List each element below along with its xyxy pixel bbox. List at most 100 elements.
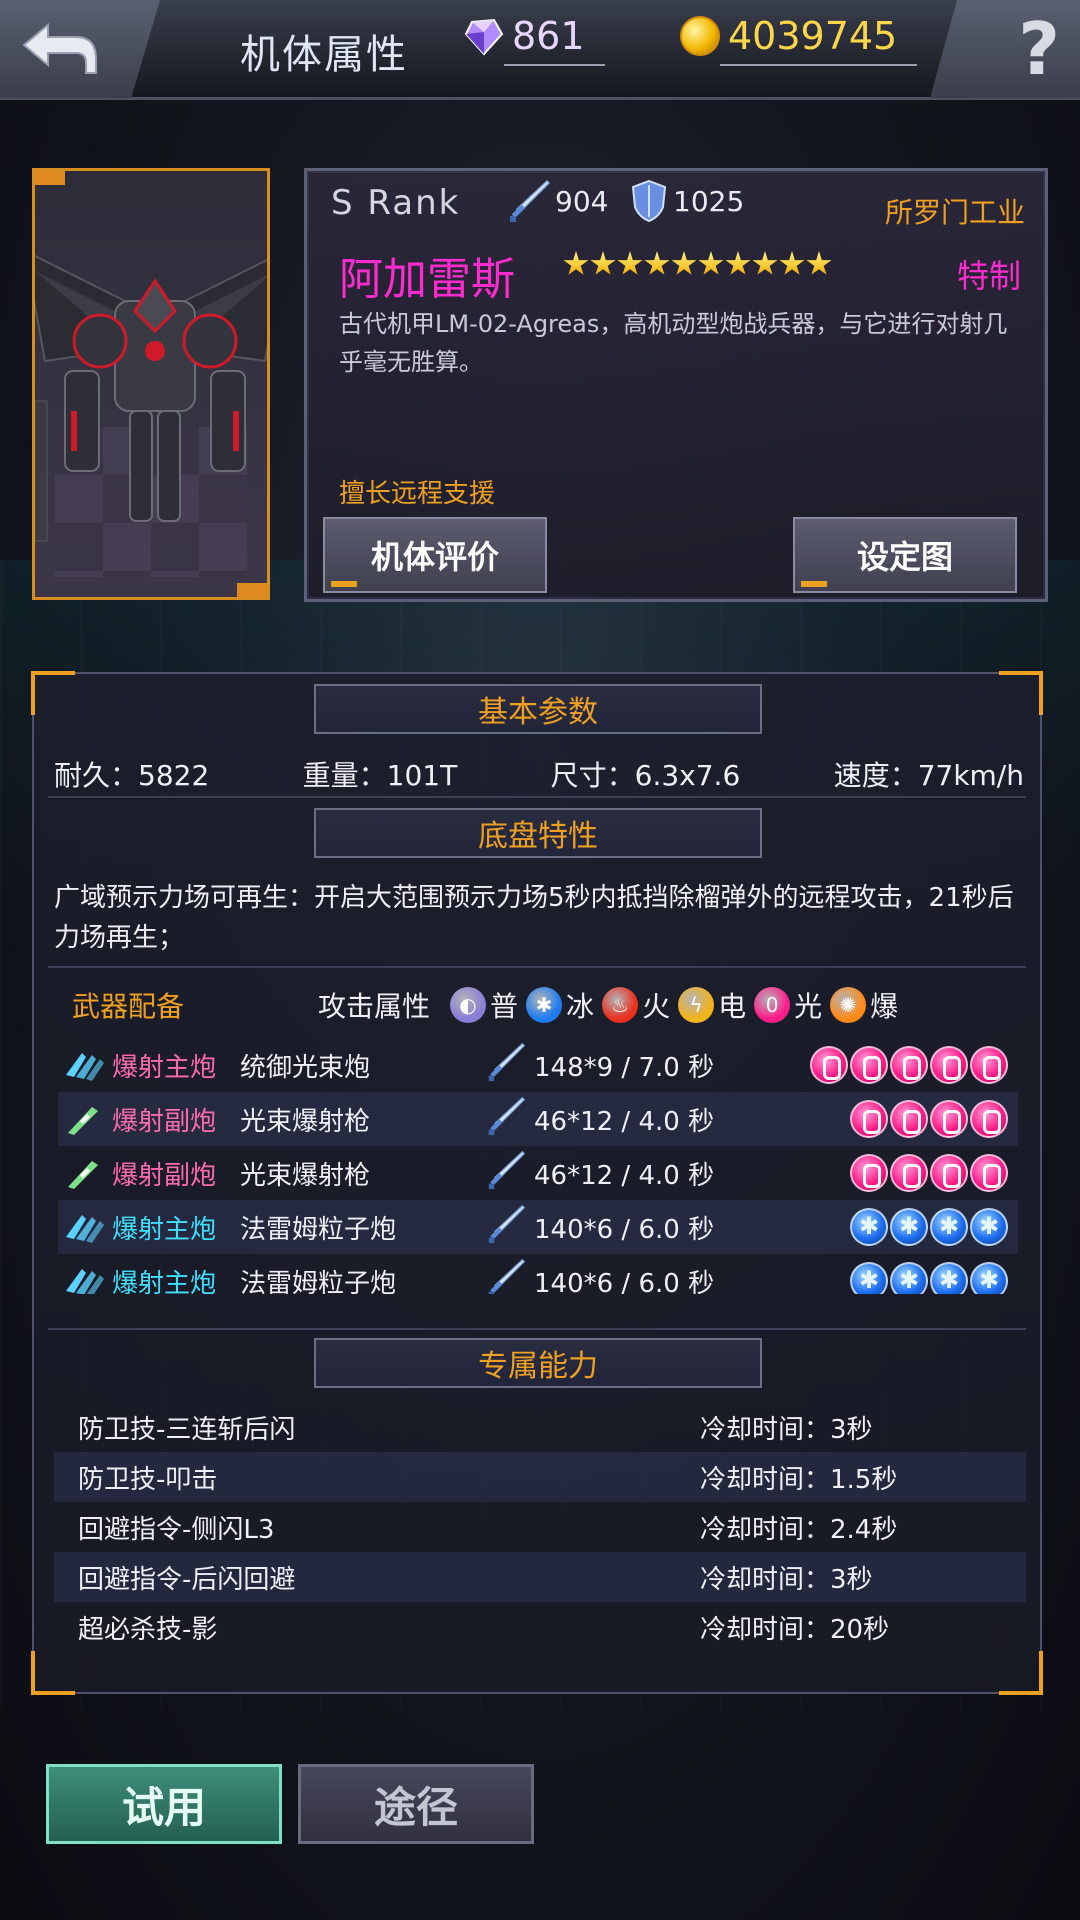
try-button[interactable]: 试用 [46,1764,282,1844]
light-element-icon: 0 [754,987,791,1023]
mech-evaluation-button[interactable]: 机体评价 [323,517,547,593]
detail-panel: 基本参数 耐久：5822 重量：101T 尺寸：6.3x7.6 速度：77km/… [31,671,1043,1695]
weight: 重量：101T [302,759,458,792]
ability-name: 回避指令-侧闪L3 [78,1514,275,1545]
mech-image [35,254,267,542]
attack-stat: 904 [507,179,608,223]
weapon-row[interactable]: 爆射副炮 光束爆射枪 46*12 / 4.0 秒 [58,1146,1018,1200]
ability-cooldown: 冷却时间：3秒 [700,1414,873,1445]
help-button[interactable]: ? [930,0,1080,98]
ice-orb-icon [850,1208,888,1246]
weapon-row[interactable]: 爆射主炮 法雷姆粒子炮 140*6 / 6.0 秒 [58,1200,1018,1254]
weapon-stat: 46*12 / 4.0 秒 [486,1096,766,1143]
abilities-header: 专属能力 [314,1338,762,1388]
element-orbs [850,1262,1008,1294]
weapon-damage: 46*12 / 4.0 秒 [534,1160,715,1191]
design-art-button[interactable]: 设定图 [793,517,1017,593]
ice-orb-icon [970,1208,1008,1246]
ability-name: 回避指令-后闪回避 [78,1564,296,1595]
weapon-type: 爆射副炮 [112,1160,217,1191]
durability: 耐久：5822 [54,759,210,792]
gold-count: 4039745 [728,14,898,58]
element-legend: ◐ 普 ✱ 冰 ♨ 火 ϟ 电 0 光 ✺ 爆 [450,985,904,1025]
gold-currency: 4039745 [680,14,918,66]
ability-row: 回避指令-后闪回避 冷却时间：3秒 [54,1552,1026,1602]
ability-name: 防卫技-三连斩后闪 [78,1414,296,1445]
speed: 速度：77km/h [833,759,1024,792]
source-button-label: 途径 [373,1782,458,1832]
ability-row: 超必杀技-影 冷却时间：20秒 [54,1602,1026,1652]
element-legend-item: 0光 [754,985,822,1025]
source-button[interactable]: 途径 [298,1764,534,1844]
sword-icon [486,1042,526,1089]
basic-params-title: 基本参数 [478,695,598,730]
abilities-title: 专属能力 [478,1349,598,1384]
mech-description: 古代机甲LM-02-Agreas，高机动型炮战兵器，与它进行对射几乎毫无胜算。 [339,310,1008,376]
star-icon [806,251,832,275]
gold-underline [720,64,918,66]
chassis-title: 底盘特性 [478,819,598,854]
ice-orb-icon [850,1262,888,1294]
mech-info-panel: S Rank 904 1025 所罗门工业 阿加雷斯 特制 古代机甲LM-02-… [304,168,1048,602]
light-orb-icon [970,1100,1008,1138]
weapons-header: 武器配备 攻击属性 ◐ 普 ✱ 冰 ♨ 火 ϟ 电 0 光 ✺ 爆 [58,980,1018,1030]
try-button-label: 试用 [121,1782,206,1832]
back-arrow-icon [22,22,97,74]
weapon-type: 爆射主炮 [112,1268,217,1295]
star-icon [644,251,670,275]
mech-rank: S Rank [331,183,461,223]
weapon-name: 法雷姆粒子炮 [240,1214,397,1245]
weapon-row[interactable]: 爆射主炮 统御光束炮 148*9 / 7.0 秒 [58,1038,1018,1092]
star-icon [590,251,616,275]
ice-orb-icon [930,1262,968,1294]
top-bar: 机体属性 861 4039745 ? [0,0,1080,100]
ability-name: 防卫技-叩击 [78,1464,218,1495]
ability-cooldown: 冷却时间：2.4秒 [700,1514,898,1545]
sub-cannon-icon [62,1099,106,1139]
element-orbs [850,1208,1008,1246]
sword-icon [486,1096,526,1143]
light-orb-icon [930,1046,968,1084]
element-orbs [850,1154,1008,1192]
light-orb-icon [810,1046,848,1084]
ability-row: 回避指令-侧闪L3 冷却时间：2.4秒 [54,1502,1026,1552]
element-legend-item: ✺ 爆 [830,985,898,1025]
element-legend-item: ◐ 普 [450,985,518,1025]
help-icon: ? [1018,7,1060,91]
weapon-type: 爆射主炮 [112,1052,217,1083]
element-label: 爆 [870,990,899,1023]
element-legend-item: ✱ 冰 [526,985,594,1025]
weapon-stat: 148*9 / 7.0 秒 [486,1042,766,1089]
panel-corner [31,1651,75,1695]
defense-stat: 1025 [629,179,744,223]
sword-icon [486,1204,526,1251]
attack-value: 904 [555,184,609,218]
sub-cannon-icon [62,1153,106,1193]
basic-params-header: 基本参数 [314,684,762,734]
design-button-label: 设定图 [856,538,953,576]
mech-tag: 特制 [956,257,1021,295]
light-orb-icon [850,1046,888,1084]
weapon-row[interactable]: 爆射主炮 法雷姆粒子炮 140*6 / 6.0 秒 [58,1254,1018,1294]
back-button[interactable] [0,0,160,98]
weapon-name: 法雷姆粒子炮 [240,1268,397,1295]
weapon-row[interactable]: 爆射副炮 光束爆射枪 46*12 / 4.0 秒 [58,1092,1018,1146]
ice-element-icon: ✱ [526,987,563,1023]
chassis-header: 底盘特性 [314,808,762,858]
ability-row: 防卫技-叩击 冷却时间：1.5秒 [54,1452,1026,1502]
sword-icon [510,179,551,222]
ice-orb-icon [890,1208,928,1246]
star-icon [779,251,805,275]
star-icon [725,251,751,275]
light-orb-icon [930,1100,968,1138]
size: 尺寸：6.3x7.6 [550,759,741,792]
element-legend-item: ϟ电 [678,985,746,1025]
basic-params-row: 耐久：5822 重量：101T 尺寸：6.3x7.6 速度：77km/h [54,754,1024,794]
main-cannon-icon [62,1207,106,1247]
ability-name: 超必杀技-影 [78,1614,218,1645]
chassis-description: 广域预示力场可再生：开启大范围预示力场5秒内抵挡除榴弹外的远程攻击，21秒后力场… [54,883,1014,953]
star-icon [698,251,724,275]
ability-cooldown: 冷却时间：1.5秒 [700,1464,898,1495]
weapon-damage: 148*9 / 7.0 秒 [534,1052,715,1083]
weapons-list[interactable]: 爆射主炮 统御光束炮 148*9 / 7.0 秒爆射副炮 光束爆射枪 46*12 / 4… [58,1038,1018,1294]
